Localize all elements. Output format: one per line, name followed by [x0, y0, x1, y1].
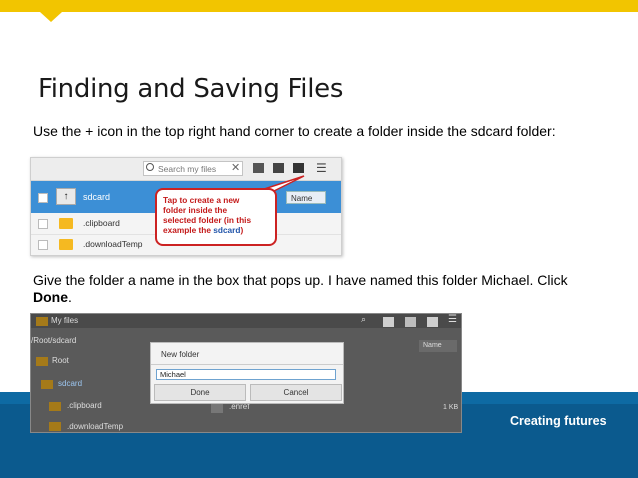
- sidebar-item-sdcard[interactable]: sdcard: [58, 379, 82, 388]
- sidebar-item-root[interactable]: Root: [52, 356, 69, 365]
- item-checkbox[interactable]: [38, 219, 48, 229]
- folder-icon: [49, 402, 61, 411]
- up-folder-button[interactable]: ↑: [56, 188, 76, 205]
- move-icon[interactable]: [405, 317, 416, 327]
- folder-name-input[interactable]: Michael: [156, 369, 336, 380]
- move-icon[interactable]: [273, 163, 284, 173]
- search-icon[interactable]: ⌕: [361, 314, 366, 325]
- cancel-button[interactable]: Cancel: [250, 384, 342, 401]
- dialog-divider: [151, 364, 343, 365]
- slide-title: Finding and Saving Files: [38, 74, 344, 104]
- grid-view-icon[interactable]: [253, 163, 264, 173]
- sidebar-item-downloadtemp[interactable]: .downloadTemp: [67, 422, 123, 431]
- search-icon: [146, 163, 154, 171]
- instruction-paragraph-1: Use the + icon in the top right hand cor…: [33, 123, 556, 139]
- list-item-label: .downloadTemp: [83, 239, 143, 249]
- select-all-checkbox[interactable]: [38, 193, 48, 203]
- item-checkbox[interactable]: [38, 240, 48, 250]
- sidebar-item-clipboard[interactable]: .clipboard: [67, 401, 102, 410]
- menu-icon[interactable]: ☰: [316, 161, 327, 175]
- folder-icon: [41, 380, 53, 389]
- folder-icon: [59, 218, 73, 229]
- close-icon[interactable]: ✕: [231, 161, 240, 174]
- folder-icon: [59, 239, 73, 250]
- app-titlebar: [31, 314, 461, 328]
- grid-view-icon[interactable]: [383, 317, 394, 327]
- callout-annotation: Tap to create a new folder inside the se…: [155, 188, 277, 246]
- sort-dropdown[interactable]: Name: [419, 340, 457, 352]
- breadcrumb-path: /Root/sdcard: [31, 336, 77, 345]
- list-item-label: .clipboard: [83, 218, 120, 228]
- search-input[interactable]: Search my files: [143, 161, 243, 176]
- add-folder-icon[interactable]: [427, 317, 438, 327]
- current-folder-label: sdcard: [83, 192, 111, 202]
- top-accent-band: [0, 0, 638, 12]
- done-button[interactable]: Done: [154, 384, 246, 401]
- file-size: 1 KB: [443, 404, 459, 411]
- new-folder-dialog: New folder Michael Done Cancel: [150, 342, 344, 404]
- footer-tagline: Creating futures: [510, 414, 607, 428]
- add-folder-icon[interactable]: [293, 163, 304, 173]
- menu-icon[interactable]: ☰: [448, 314, 457, 325]
- dialog-title: New folder: [161, 350, 200, 359]
- instruction-paragraph-2: Give the folder a name in the box that p…: [33, 272, 568, 305]
- folder-icon: [49, 422, 61, 431]
- app-folder-icon: [36, 317, 48, 326]
- top-accent-notch: [40, 12, 62, 22]
- folder-icon: [36, 357, 48, 366]
- app-title: My files: [51, 316, 79, 325]
